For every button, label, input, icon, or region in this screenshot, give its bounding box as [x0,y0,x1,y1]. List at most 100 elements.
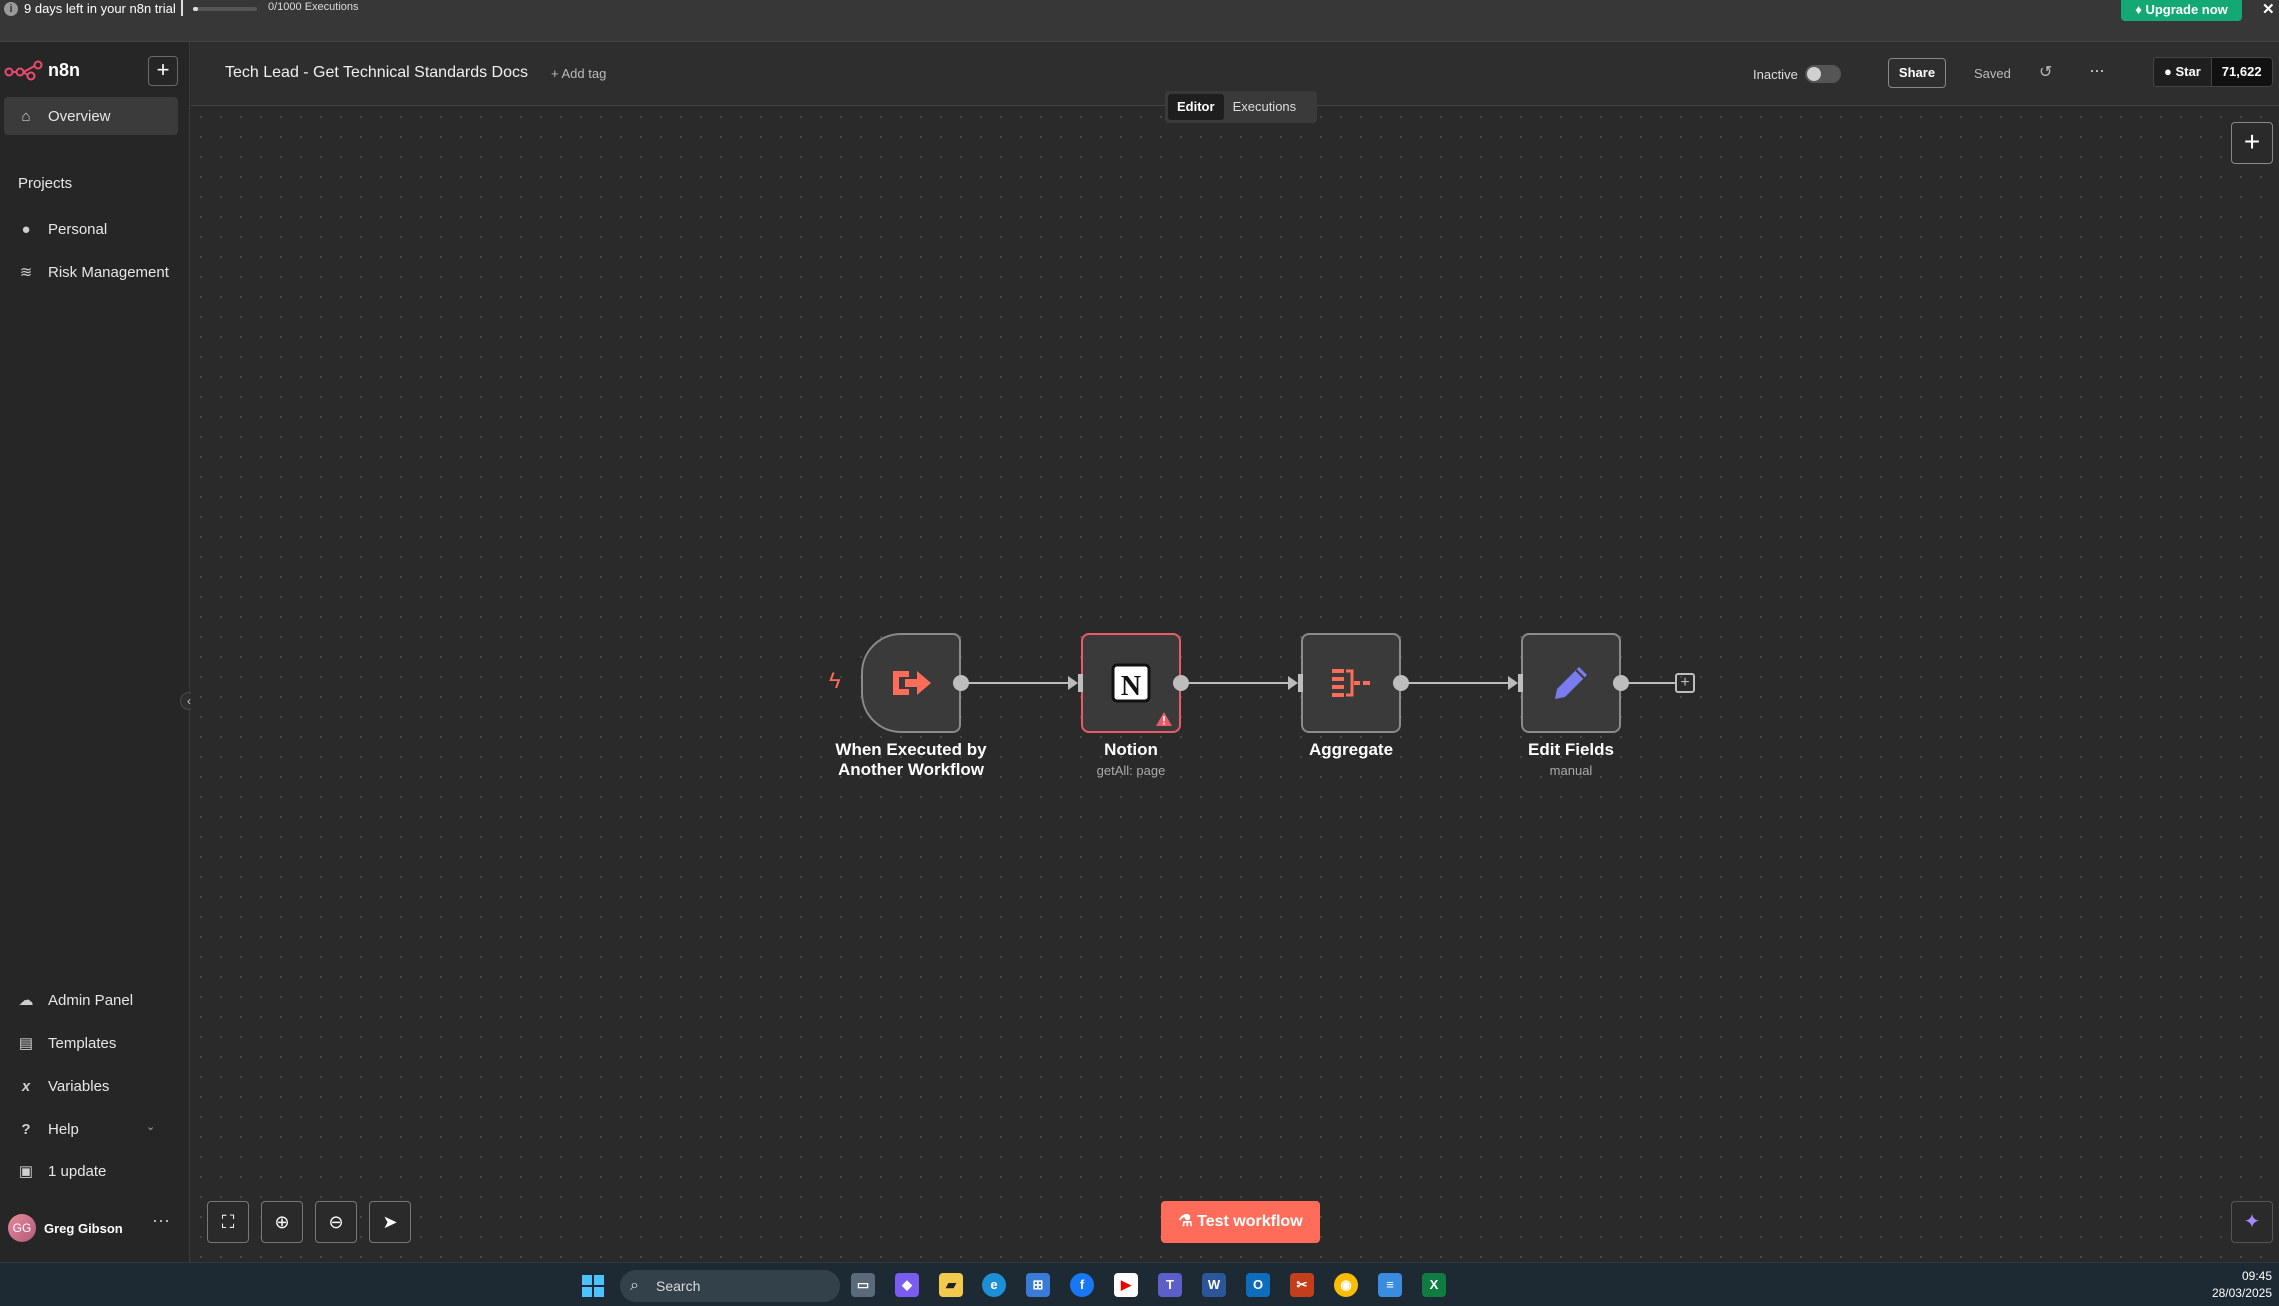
facebook-icon[interactable]: f [1070,1273,1094,1297]
node-aggregate[interactable] [1301,633,1401,733]
canvas-controls: ⛶ ⊕ ⊖ ➤ [207,1201,411,1243]
user-name: Greg Gibson [44,1220,123,1236]
notepad-icon[interactable]: ≡ [1378,1273,1402,1297]
clock-date[interactable]: 28/03/2025 [2196,1286,2272,1300]
add-node-button[interactable]: + [2231,122,2273,164]
outlook-icon[interactable]: O [1246,1273,1270,1297]
svg-text:N: N [1121,671,1141,702]
gift-icon: ▣ [18,1163,34,1180]
more-options-icon[interactable]: ··· [2089,60,2105,81]
sidebar-item-risk-management[interactable]: ≋ Risk Management [4,253,178,291]
file-explorer-icon[interactable]: ▰ [939,1273,963,1297]
youtube-icon[interactable]: ▶ [1114,1273,1138,1297]
create-new-button[interactable]: + [148,56,178,86]
github-star-count: 71,622 [2210,58,2272,86]
user-icon: ● [21,220,31,238]
input-handle[interactable] [1518,674,1523,692]
chrome-icon[interactable]: ◉ [1334,1273,1358,1297]
test-workflow-button[interactable]: ⚗ Test workflow [1161,1201,1320,1243]
node-label: Edit Fields [1528,740,1614,759]
add-next-node-icon[interactable]: + [1675,673,1695,693]
more-options-icon[interactable]: ··· [152,1210,170,1231]
variable-icon: x [21,1077,31,1095]
connection-arrow [1068,676,1078,690]
add-tag-button[interactable]: + Add tag [551,66,606,81]
connection-edge[interactable] [1405,682,1508,684]
word-icon[interactable]: W [1202,1273,1226,1297]
test-workflow-label: Test workflow [1197,1213,1303,1230]
teams-icon[interactable]: T [1158,1273,1182,1297]
n8n-logo[interactable]: n8n [4,59,80,81]
input-handle[interactable] [1078,674,1083,692]
tab-executions[interactable]: Executions [1224,94,1306,120]
saved-status: Saved [1974,66,2011,81]
flask-icon: ⚗ [1178,1213,1193,1230]
logo-text: n8n [48,59,81,80]
connection-edge[interactable] [1185,682,1288,684]
sidebar-item-label: Help [48,1120,79,1138]
sidebar-item-updates[interactable]: ▣ 1 update [4,1152,178,1190]
upgrade-now-button[interactable]: ♦ Upgrade now [2121,0,2242,21]
node-edit-fields[interactable] [1521,633,1621,733]
sidebar: n8n + ⌂ Overview Projects ● Personal ≋ R… [0,42,198,1262]
sidebar-item-label: Templates [48,1034,117,1052]
share-button[interactable]: Share [1888,58,1946,88]
zoom-out-button[interactable]: ⊖ [315,1201,357,1243]
help-icon: ? [21,1120,31,1138]
node-subtitle: manual [1549,763,1593,778]
cloud-icon: ☁ [18,992,34,1009]
search-icon: ⌕ [630,1277,639,1294]
tab-editor[interactable]: Editor [1168,94,1224,120]
github-star-button[interactable]: ● Star 71,622 [2153,57,2273,87]
activate-toggle[interactable] [1805,65,1841,83]
clock-time[interactable]: 09:45 [2220,1269,2272,1283]
close-icon[interactable]: ✕ [2262,0,2275,18]
chevron-down-icon: ⌄ [146,1121,156,1133]
connection-edge[interactable] [965,682,1068,684]
sidebar-item-label: Admin Panel [48,991,134,1009]
sidebar-item-admin-panel[interactable]: ☁ Admin Panel [4,981,178,1019]
sidebar-item-personal[interactable]: ● Personal [4,210,178,248]
node-label: When Executed by Another Workflow [835,740,987,779]
connection-arrow [1288,676,1298,690]
snipping-tool-icon[interactable]: ✂ [1290,1273,1314,1297]
windows-taskbar: ⌕ Search ▭ ◆ ▰ e ⊞ f ▶ T W O ✂ ◉ ≡ X 09:… [0,1262,2279,1306]
sidebar-item-label: Variables [48,1077,110,1095]
projects-heading: Projects [18,175,73,192]
connection-edge [1625,682,1675,684]
excel-icon[interactable]: X [1422,1273,1446,1297]
task-view-icon[interactable]: ▭ [851,1273,875,1297]
banner-divider [181,0,183,16]
github-icon: ● [2164,64,2172,79]
node-subtitle: getAll: page [1096,763,1166,778]
tidy-up-button[interactable]: ➤ [369,1201,411,1243]
sidebar-item-overview[interactable]: ⌂ Overview [4,97,178,135]
history-icon[interactable]: ↺ [2039,62,2052,82]
node-when-executed-by-another-workflow[interactable] [861,633,961,733]
github-star-label: Star [2175,64,2201,79]
copilot-icon[interactable]: ◆ [895,1273,919,1297]
sidebar-item-label: Personal [48,220,108,238]
store-icon[interactable]: ⊞ [1026,1273,1050,1297]
node-notion[interactable]: N [1081,633,1181,733]
template-icon: ▤ [18,1035,34,1052]
workflow-status-label: Inactive [1753,67,1798,82]
sidebar-item-templates[interactable]: ▤ Templates [4,1024,178,1062]
warning-icon [1156,712,1172,726]
sidebar-item-label: Risk Management [48,263,169,281]
sidebar-item-variables[interactable]: x Variables [4,1067,178,1105]
windows-start-icon[interactable] [582,1275,604,1297]
zoom-in-button[interactable]: ⊕ [261,1201,303,1243]
trial-text: 9 days left in your n8n trial [24,1,176,16]
ai-assistant-button[interactable]: ✦ [2231,1201,2273,1243]
sidebar-item-help[interactable]: ? Help ⌄ [4,1110,178,1148]
workflow-canvas[interactable] [191,107,2279,1262]
fit-view-button[interactable]: ⛶ [207,1201,249,1243]
edge-icon[interactable]: e [982,1273,1006,1297]
executions-count: 0/1000 Executions [268,1,359,13]
workflow-name[interactable]: Tech Lead - Get Technical Standards Docs [225,64,528,82]
input-handle[interactable] [1298,674,1303,692]
sidebar-item-label: 1 update [48,1162,107,1180]
user-menu[interactable]: GG Greg Gibson ··· [8,1210,184,1246]
taskbar-search[interactable]: ⌕ Search [620,1270,840,1302]
